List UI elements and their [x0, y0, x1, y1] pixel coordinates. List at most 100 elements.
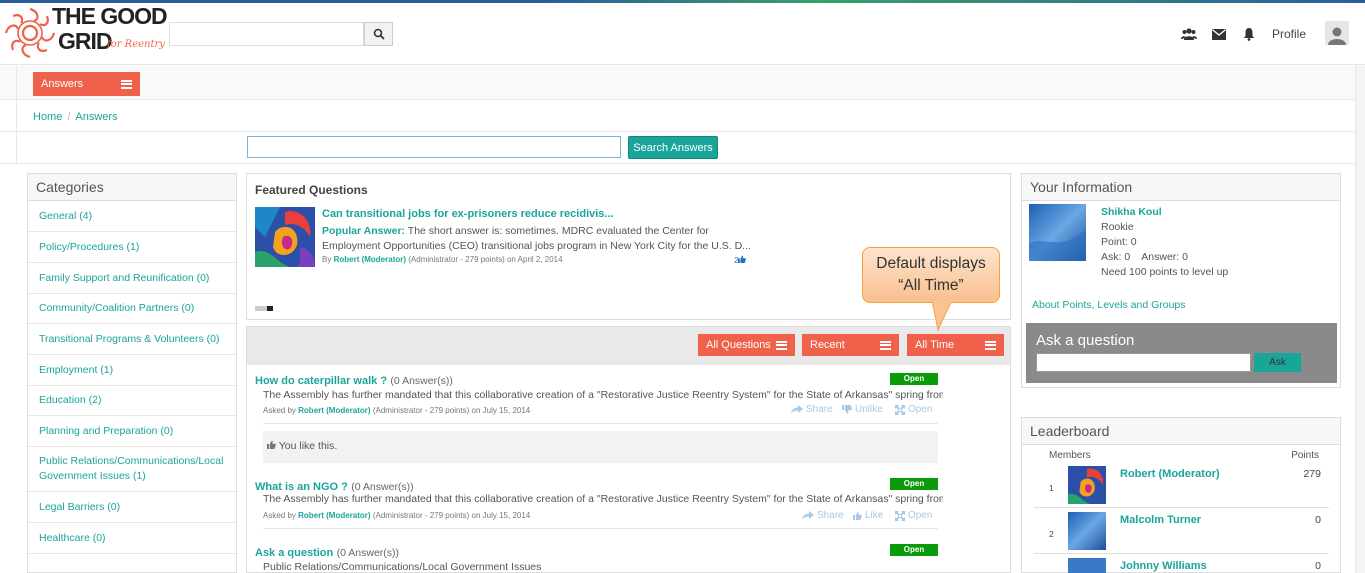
question-item: How do caterpillar walk ? (0 Answer(s)) [255, 373, 945, 387]
like-button[interactable]: Like [853, 510, 883, 521]
question-item: What is an NGO ? (0 Answer(s)) [255, 479, 945, 493]
category-item[interactable]: Planning and Preparation (0) [28, 416, 236, 447]
leader-avatar[interactable] [1068, 512, 1106, 550]
leaderboard-header: Members Points [1049, 450, 1319, 461]
left-gutter-line [16, 66, 17, 164]
featured-byline: By Robert (Moderator) (Administrator - 2… [322, 255, 563, 264]
page-scrollbar[interactable] [1355, 66, 1365, 573]
profile-link[interactable]: Profile [1272, 27, 1306, 41]
envelope-icon[interactable] [1211, 26, 1227, 42]
callout-line1: Default displays [876, 255, 986, 272]
your-information-panel: Your Information Shikha Koul Rookie Poin… [1021, 173, 1341, 388]
leader-avatar[interactable] [1068, 558, 1106, 573]
header-search-input[interactable] [169, 22, 364, 46]
question-author-link[interactable]: Robert (Moderator) [298, 406, 370, 415]
category-item[interactable]: Employment (1) [28, 355, 236, 386]
unlike-button[interactable]: Unlike [842, 404, 883, 415]
question-item: Ask a question (0 Answer(s)) [255, 545, 945, 559]
question-title-link[interactable]: How do caterpillar walk ? [255, 375, 387, 387]
open-question-button[interactable]: Open [895, 510, 932, 521]
category-item[interactable]: Healthcare (0) [28, 523, 236, 554]
answers-menu-button[interactable]: Answers [33, 72, 140, 96]
ask-question-input[interactable] [1036, 353, 1251, 372]
question-title-link[interactable]: Ask a question [255, 547, 333, 559]
category-item[interactable]: Policy/Procedures (1) [28, 232, 236, 263]
leader-points: 0 [1315, 560, 1321, 572]
leaderboard-row: 1 Robert (Moderator) 279 [1034, 462, 1329, 508]
ask-button[interactable]: Ask [1254, 353, 1301, 372]
user-avatar-image[interactable] [1029, 204, 1086, 261]
user-points: Point: 0 [1101, 236, 1137, 248]
user-name-link[interactable]: Shikha Koul [1101, 205, 1228, 220]
question-description: Public Relations/Communications/Local Go… [263, 561, 542, 573]
breadcrumb-bar [0, 101, 1365, 132]
annotation-callout: Default displays “All Time” [862, 247, 1000, 303]
breadcrumb-current[interactable]: Answers [75, 111, 117, 123]
featured-question-link[interactable]: Can transitional jobs for ex-prisoners r… [322, 208, 614, 220]
filter-label: Recent [810, 339, 845, 351]
category-item[interactable]: Public Relations/Communications/Local Go… [28, 447, 236, 492]
callout-line2: “All Time” [898, 277, 964, 294]
category-item[interactable]: Legal Barriers (0) [28, 492, 236, 523]
header-search-button[interactable] [364, 22, 393, 46]
user-info-lines: Shikha Koul Rookie Point: 0 Ask: 0 Answe… [1101, 205, 1228, 280]
user-level-progress: Need 100 points to level up [1101, 266, 1229, 278]
logo-tagline: for Reentry [107, 39, 165, 50]
hamburger-icon [121, 79, 132, 89]
logo-line1: THE GOOD [52, 3, 168, 29]
filter-all-time-button[interactable]: All Time [907, 334, 1004, 356]
leader-name-link[interactable]: Malcolm Turner [1120, 514, 1201, 526]
leader-avatar[interactable] [1068, 466, 1106, 504]
featured-like-count[interactable]: 2 [734, 255, 747, 265]
answer-count: (0 Answer(s)) [336, 547, 400, 559]
featured-title: Featured Questions [255, 183, 368, 197]
category-item[interactable]: Community/Coalition Partners (0) [28, 294, 236, 324]
about-points-link[interactable]: About Points, Levels and Groups [1032, 299, 1186, 311]
category-item[interactable]: Transitional Programs & Volunteers (0) [28, 324, 236, 355]
asked-by-label: Asked by [263, 511, 296, 520]
filter-all-questions-button[interactable]: All Questions [698, 334, 795, 356]
leader-points: 0 [1315, 514, 1321, 526]
user-ask-answer: Ask: 0 Answer: 0 [1101, 251, 1188, 263]
user-level: Rookie [1101, 221, 1134, 233]
question-description: The Assembly has further mandated that t… [263, 493, 943, 505]
status-badge: Open [890, 373, 938, 385]
category-item[interactable]: Family Support and Reunification (0) [28, 263, 236, 294]
section-menu-bar [0, 66, 1365, 100]
leader-name-link[interactable]: Robert (Moderator) [1120, 468, 1220, 480]
share-label: Share [806, 404, 833, 415]
hamburger-icon [985, 340, 996, 350]
divider [263, 423, 938, 424]
users-icon[interactable] [1181, 26, 1197, 42]
featured-answer: Popular Answer: The short answer is: som… [322, 224, 752, 254]
thumbs-up-icon [267, 440, 276, 449]
category-item[interactable]: General (4) [28, 201, 236, 232]
categories-panel: Categories General (4) Policy/Procedures… [27, 173, 237, 573]
ask-question-box: Ask a question Ask [1026, 323, 1337, 383]
answers-search-input[interactable] [247, 136, 621, 158]
share-button[interactable]: Share [791, 404, 833, 415]
carousel-dot-active[interactable] [267, 306, 273, 311]
open-label: Open [908, 510, 933, 521]
breadcrumb-separator: / [67, 111, 71, 123]
search-answers-button[interactable]: Search Answers [628, 136, 718, 159]
liked-note: You like this. [263, 431, 938, 463]
profile-avatar[interactable] [1325, 21, 1349, 45]
status-badge: Open [890, 544, 938, 556]
filter-recent-button[interactable]: Recent [802, 334, 899, 356]
unlike-label: Unlike [855, 404, 883, 415]
leaderboard-row: 3 Johnny Williams 0 [1034, 554, 1329, 573]
category-item[interactable]: Education (2) [28, 386, 236, 416]
question-author-link[interactable]: Robert (Moderator) [298, 511, 370, 520]
open-question-button[interactable]: Open [895, 404, 932, 415]
featured-author-link[interactable]: Robert (Moderator) [334, 255, 406, 264]
share-button[interactable]: Share [802, 510, 844, 521]
breadcrumb-home[interactable]: Home [33, 111, 62, 123]
carousel-indicators [255, 306, 273, 311]
question-byline: Asked by Robert (Moderator) (Administrat… [263, 511, 530, 520]
featured-question-image[interactable] [255, 207, 315, 267]
bell-icon[interactable] [1241, 26, 1257, 42]
site-logo[interactable]: THE GOOD GRID for Reentry [4, 3, 169, 61]
leader-name-link[interactable]: Johnny Williams [1120, 560, 1207, 572]
share-icon [802, 511, 814, 520]
